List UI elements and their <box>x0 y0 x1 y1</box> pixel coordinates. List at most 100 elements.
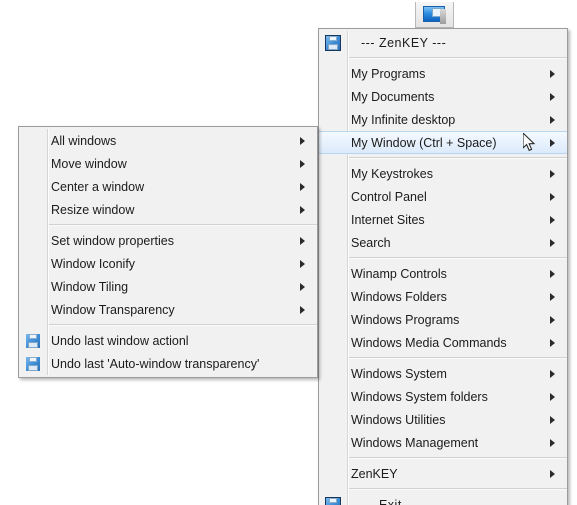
menu-item-label: Internet Sites <box>351 212 425 227</box>
submenu-item-window-transparency[interactable]: Window Transparency <box>19 298 317 321</box>
chevron-right-icon <box>543 238 567 247</box>
chevron-right-icon <box>293 305 317 314</box>
floppy-save-icon <box>319 34 347 51</box>
menu-separator <box>347 457 567 459</box>
chevron-right-icon <box>543 215 567 224</box>
menu-item-label: Windows Utilities <box>351 412 446 427</box>
menu-separator <box>347 357 567 359</box>
floppy-save-icon <box>19 356 47 371</box>
menu-item-label: All windows <box>51 133 117 148</box>
chevron-right-icon <box>293 236 317 245</box>
menu-item-label: Windows System folders <box>351 389 488 404</box>
menu-item-windows-folders[interactable]: Windows Folders <box>319 285 567 308</box>
menu-separator <box>347 57 567 59</box>
chevron-right-icon <box>543 138 567 147</box>
chevron-right-icon <box>293 136 317 145</box>
chevron-right-icon <box>543 438 567 447</box>
chevron-right-icon <box>293 182 317 191</box>
menu-item-search[interactable]: Search <box>319 231 567 254</box>
menu-item-my-infinite-desktop[interactable]: My Infinite desktop <box>319 108 567 131</box>
chevron-right-icon <box>543 469 567 478</box>
floppy-save-icon <box>19 333 47 348</box>
window-monitor-icon <box>422 5 447 24</box>
chevron-right-icon <box>543 69 567 78</box>
menu-item-label: My Documents <box>351 89 435 104</box>
chevron-right-icon <box>543 369 567 378</box>
main-menu-header-label: --- ZenKEY --- <box>361 35 447 50</box>
menu-item-label: Windows Management <box>351 435 479 450</box>
menu-item-internet-sites[interactable]: Internet Sites <box>319 208 567 231</box>
menu-item-my-programs[interactable]: My Programs <box>319 62 567 85</box>
menu-item-label: My Window (Ctrl + Space) <box>351 135 497 150</box>
tray-icon-button[interactable] <box>415 2 454 28</box>
chevron-right-icon <box>543 338 567 347</box>
chevron-right-icon <box>293 259 317 268</box>
my-window-submenu[interactable]: All windows Move window Center a window … <box>18 126 318 378</box>
submenu-item-window-tiling[interactable]: Window Tiling <box>19 275 317 298</box>
submenu-item-move-window[interactable]: Move window <box>19 152 317 175</box>
menu-item-windows-media-commands[interactable]: Windows Media Commands <box>319 331 567 354</box>
menu-item-label: My Keystrokes <box>351 166 433 181</box>
chevron-right-icon <box>543 292 567 301</box>
menu-item-label: Search <box>351 235 391 250</box>
floppy-save-icon <box>319 496 347 505</box>
menu-separator <box>347 257 567 259</box>
menu-item-label: Window Transparency <box>51 302 175 317</box>
menu-separator <box>347 488 567 490</box>
menu-item-label: Set window properties <box>51 233 174 248</box>
menu-item-windows-utilities[interactable]: Windows Utilities <box>319 408 567 431</box>
menu-item-label: ZenKEY <box>351 466 398 481</box>
menu-item-winamp-controls[interactable]: Winamp Controls <box>319 262 567 285</box>
menu-item-windows-system-folders[interactable]: Windows System folders <box>319 385 567 408</box>
submenu-item-undo-last-auto-window-transparency[interactable]: Undo last 'Auto-window transparency' <box>19 352 317 375</box>
chevron-right-icon <box>293 282 317 291</box>
chevron-right-icon <box>293 205 317 214</box>
submenu-item-set-window-properties[interactable]: Set window properties <box>19 229 317 252</box>
menu-item-control-panel[interactable]: Control Panel <box>319 185 567 208</box>
menu-item-label: My Infinite desktop <box>351 112 456 127</box>
chevron-right-icon <box>543 115 567 124</box>
submenu-item-all-windows[interactable]: All windows <box>19 129 317 152</box>
chevron-right-icon <box>543 192 567 201</box>
menu-item-label: Windows Media Commands <box>351 335 507 350</box>
menu-item-windows-system[interactable]: Windows System <box>319 362 567 385</box>
menu-item-label: --- Exit --- <box>361 497 420 505</box>
submenu-item-resize-window[interactable]: Resize window <box>19 198 317 221</box>
chevron-right-icon <box>543 392 567 401</box>
menu-separator <box>47 324 317 326</box>
screen: --- ZenKEY --- My Programs My Documents … <box>0 0 577 505</box>
menu-item-label: Move window <box>51 156 127 171</box>
menu-item-label: Winamp Controls <box>351 266 447 281</box>
submenu-item-center-a-window[interactable]: Center a window <box>19 175 317 198</box>
menu-item-label: My Programs <box>351 66 426 81</box>
menu-item-exit[interactable]: --- Exit --- <box>319 493 567 505</box>
menu-item-label: Undo last window actionl <box>51 333 189 348</box>
menu-item-label: Resize window <box>51 202 135 217</box>
menu-item-my-keystrokes[interactable]: My Keystrokes <box>319 162 567 185</box>
menu-item-label: Window Tiling <box>51 279 129 294</box>
chevron-right-icon <box>543 415 567 424</box>
menu-separator <box>47 224 317 226</box>
menu-item-my-window[interactable]: My Window (Ctrl + Space) <box>319 131 567 154</box>
submenu-item-window-iconify[interactable]: Window Iconify <box>19 252 317 275</box>
chevron-right-icon <box>543 315 567 324</box>
menu-item-windows-management[interactable]: Windows Management <box>319 431 567 454</box>
menu-separator <box>347 157 567 159</box>
chevron-right-icon <box>543 92 567 101</box>
submenu-item-undo-last-window-action[interactable]: Undo last window actionl <box>19 329 317 352</box>
main-menu-header: --- ZenKEY --- <box>319 31 567 54</box>
menu-item-label: Window Iconify <box>51 256 136 271</box>
zenkey-main-menu[interactable]: --- ZenKEY --- My Programs My Documents … <box>318 28 568 505</box>
menu-item-label: Windows System <box>351 366 447 381</box>
menu-item-zenkey[interactable]: ZenKEY <box>319 462 567 485</box>
menu-item-my-documents[interactable]: My Documents <box>319 85 567 108</box>
menu-item-label: Control Panel <box>351 189 427 204</box>
menu-item-windows-programs[interactable]: Windows Programs <box>319 308 567 331</box>
chevron-right-icon <box>293 159 317 168</box>
menu-item-label: Center a window <box>51 179 145 194</box>
chevron-right-icon <box>543 169 567 178</box>
chevron-right-icon <box>543 269 567 278</box>
menu-item-label: Windows Folders <box>351 289 447 304</box>
menu-item-label: Windows Programs <box>351 312 460 327</box>
menu-item-label: Undo last 'Auto-window transparency' <box>51 356 260 371</box>
